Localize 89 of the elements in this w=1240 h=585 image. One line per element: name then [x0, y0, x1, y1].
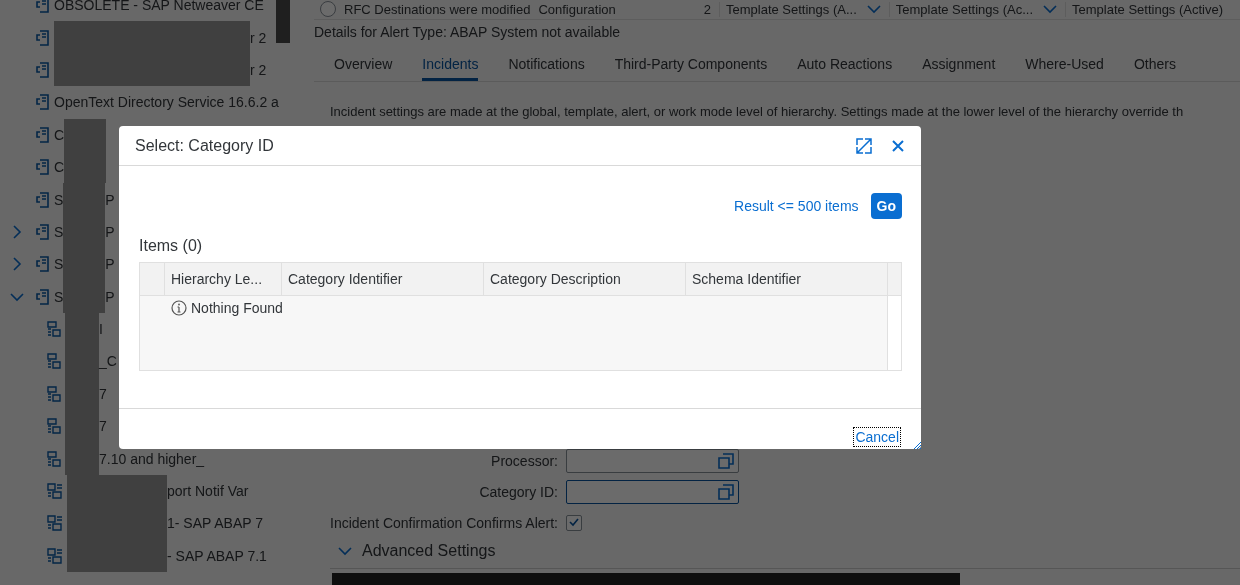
- tree-item-label[interactable]: OpenText Directory Service 16.6.2 a: [54, 94, 279, 111]
- document-icon: [36, 191, 50, 208]
- resize-grip-icon[interactable]: [913, 441, 921, 449]
- close-icon: [891, 138, 905, 153]
- items-title: Items (0): [139, 237, 204, 255]
- tab[interactable]: Notifications: [508, 51, 585, 81]
- tree-item-label[interactable]: r 2: [250, 61, 267, 78]
- tree-item-label[interactable]: S: [54, 288, 64, 305]
- column-header[interactable]: Hierarchy Le...: [165, 263, 282, 296]
- tree-item-label[interactable]: P: [105, 191, 115, 208]
- column-header[interactable]: Category Identifier: [282, 263, 484, 296]
- tab[interactable]: Auto Reactions: [797, 51, 893, 81]
- tree-item-label[interactable]: S: [54, 256, 64, 273]
- list-icon: [47, 353, 61, 370]
- empty-message: Nothing Found: [191, 300, 283, 316]
- tree-item-label[interactable]: r 2: [250, 29, 267, 46]
- expand-icon: [855, 136, 873, 155]
- description-text: Incident settings are made at the global, template, alert, or work mode level of hierarchy. Settings made at the lower level of the hierarchy override th: [330, 103, 1185, 119]
- dropdown-value[interactable]: Template Settings (Ac...: [895, 1, 1034, 17]
- info-icon: [171, 300, 187, 316]
- tree-item-label[interactable]: P: [105, 223, 115, 240]
- list-icon: [47, 418, 61, 435]
- tree-item-label[interactable]: C: [54, 159, 65, 176]
- tab[interactable]: Others: [1133, 51, 1176, 81]
- document-icon: [36, 288, 50, 305]
- tree-item-label[interactable]: 7: [99, 385, 107, 402]
- chevron-down-icon: [338, 546, 352, 556]
- tab[interactable]: Assignment: [922, 51, 996, 81]
- field-label: Category ID:: [478, 484, 558, 500]
- expand-icon[interactable]: [12, 257, 22, 272]
- column-header[interactable]: Schema Identifier: [686, 263, 888, 296]
- tree-item-label[interactable]: C: [54, 126, 65, 143]
- result-limit-link[interactable]: Result <= 500 items: [734, 198, 859, 214]
- document-icon: [36, 0, 50, 14]
- tree-item-label[interactable]: port Notif Var: [167, 483, 249, 500]
- checkmark-icon: [569, 518, 579, 528]
- document-icon: [36, 94, 50, 111]
- report-icon: [47, 483, 63, 500]
- section-header[interactable]: Advanced Settings: [314, 538, 1240, 565]
- list-icon: [47, 450, 61, 467]
- field-label: Processor:: [490, 453, 558, 470]
- report-icon: [47, 515, 63, 532]
- tab[interactable]: Where-Used: [1025, 51, 1104, 81]
- tab[interactable]: Overview: [334, 51, 393, 81]
- checkbox[interactable]: [566, 514, 582, 531]
- document-icon: [36, 256, 50, 273]
- document-icon: [36, 29, 50, 46]
- value-help-icon[interactable]: [717, 452, 735, 471]
- list-icon: [47, 385, 61, 402]
- expand-icon[interactable]: [12, 224, 22, 239]
- input-field[interactable]: [566, 480, 739, 504]
- cancel-button[interactable]: Cancel: [853, 427, 901, 447]
- radio-button[interactable]: [320, 1, 336, 18]
- scrollbar-thumb[interactable]: [276, 0, 290, 43]
- tree-item-label[interactable]: S: [54, 223, 64, 240]
- scrollbar[interactable]: [332, 573, 960, 585]
- details-title: Details for Alert Type: ABAP System not available: [314, 23, 622, 40]
- tree-item-label[interactable]: _C: [99, 353, 117, 370]
- go-button[interactable]: Go: [870, 193, 902, 219]
- collapse-icon[interactable]: [10, 291, 24, 302]
- chevron-down-icon[interactable]: [1043, 4, 1058, 14]
- dialog-title: Select: Category ID: [135, 136, 275, 155]
- tree-item-label[interactable]: P: [105, 288, 115, 305]
- tab[interactable]: Incidents: [422, 51, 479, 81]
- tree-item-label[interactable]: OBSOLETE - SAP Netweaver CE: [54, 0, 264, 14]
- list-icon: [47, 321, 61, 338]
- tree-item-label[interactable]: I: [99, 321, 103, 338]
- report-icon: [47, 547, 63, 564]
- value-help-icon[interactable]: [717, 483, 735, 501]
- document-icon: [36, 61, 50, 78]
- table-cell: Configuration: [538, 1, 616, 17]
- tree-item-label[interactable]: P: [105, 256, 115, 273]
- column-header[interactable]: Category Description: [484, 263, 686, 296]
- document-icon: [36, 126, 50, 143]
- tree-item-label[interactable]: 7.10 and higher_: [99, 450, 205, 467]
- tree-item-label[interactable]: 7: [99, 418, 107, 435]
- tree-item-label[interactable]: - SAP ABAP 7.1: [167, 547, 267, 564]
- document-icon: [36, 223, 50, 240]
- input-field[interactable]: [566, 449, 739, 474]
- field-label: Incident Confirmation Confirms Alert:: [329, 514, 558, 531]
- tab[interactable]: Third-Party Components: [614, 51, 768, 81]
- document-icon: [36, 159, 50, 176]
- dropdown-value[interactable]: Template Settings (A...: [725, 1, 857, 17]
- tree-item-label[interactable]: S: [54, 191, 64, 208]
- tree-item-label[interactable]: 1- SAP ABAP 7: [167, 515, 263, 532]
- table-cell: RFC Destinations were modified: [344, 1, 531, 17]
- table-cell: 2: [703, 1, 711, 17]
- table-cell: Template Settings (Active): [1072, 1, 1224, 17]
- chevron-down-icon[interactable]: [866, 4, 881, 14]
